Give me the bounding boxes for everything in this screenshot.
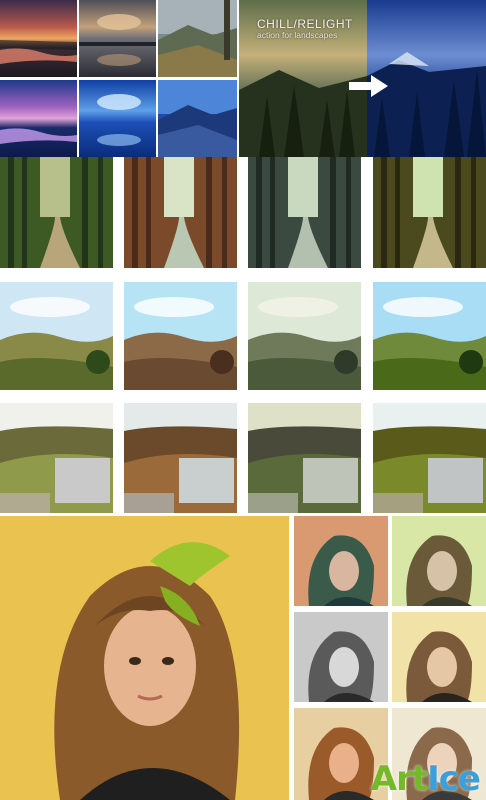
portrait-variant-lime bbox=[392, 516, 486, 606]
forest-vivid-photo bbox=[373, 157, 486, 268]
hills-original-photo bbox=[0, 282, 113, 390]
forest-original-photo bbox=[0, 157, 113, 268]
portrait-variant-cream bbox=[392, 612, 486, 702]
forest-variations-row bbox=[0, 157, 486, 268]
valley-muted-photo bbox=[248, 403, 361, 513]
hills-vivid-photo bbox=[373, 282, 486, 390]
top-preview-grid: CHILL/RELIGHT action for landscapes bbox=[0, 0, 486, 157]
watermark-art: Art bbox=[370, 759, 428, 799]
mountain-valley-photo bbox=[158, 0, 237, 77]
hero-subtitle: action for landscapes bbox=[257, 30, 338, 40]
portrait-variant-peach bbox=[294, 516, 388, 606]
sunset-lake-photo bbox=[0, 0, 77, 77]
portrait-photo bbox=[0, 516, 289, 800]
articeinfo-watermark: ArtIce bbox=[370, 759, 481, 799]
valley-warm-photo bbox=[124, 403, 237, 513]
valley-vivid-photo bbox=[373, 403, 486, 513]
hills-soft-photo bbox=[248, 282, 361, 390]
sunset-lake-chilled-photo bbox=[0, 80, 77, 157]
watermark-ice: Ice bbox=[427, 759, 481, 799]
valley-variations-row bbox=[0, 403, 486, 513]
portrait-section: ArtIce bbox=[0, 516, 486, 800]
hills-variations-row bbox=[0, 282, 486, 390]
hills-warm-photo bbox=[124, 282, 237, 390]
mountain-valley-chilled-photo bbox=[158, 80, 237, 157]
portrait-variant-gray bbox=[294, 612, 388, 702]
hero-before-after-image: CHILL/RELIGHT action for landscapes bbox=[239, 0, 486, 157]
hero-title: CHILL/RELIGHT bbox=[257, 17, 353, 31]
valley-original-photo bbox=[0, 403, 113, 513]
forest-teal-photo bbox=[248, 157, 361, 268]
forest-warm-photo bbox=[124, 157, 237, 268]
lake-clouds-photo bbox=[79, 0, 156, 77]
right-arrow-icon bbox=[349, 75, 388, 97]
lake-clouds-chilled-photo bbox=[79, 80, 156, 157]
